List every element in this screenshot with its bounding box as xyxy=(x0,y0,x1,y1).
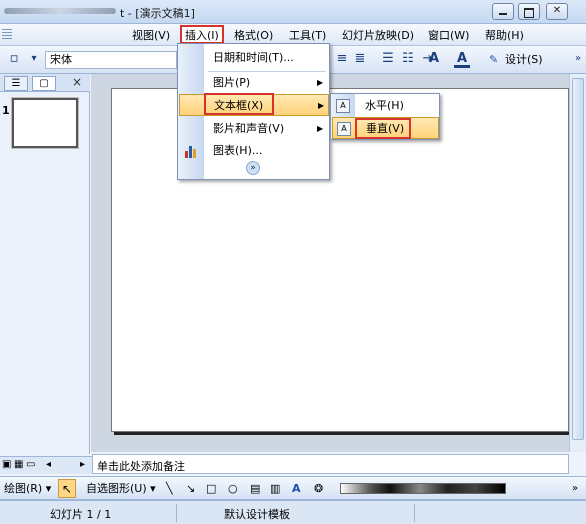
expand-arrows-icon[interactable]: » xyxy=(246,161,260,175)
menu-item-label: 日期和时间(T)... xyxy=(213,51,294,64)
notes-pane[interactable]: 单击此处添加备注 xyxy=(92,454,569,474)
menu-item-label: 影片和声音(V) xyxy=(213,122,285,135)
new-icon[interactable]: ▫ xyxy=(6,51,22,67)
vertical-highlight-box xyxy=(355,118,411,139)
menu-slideshow[interactable]: 幻灯片放映(D) xyxy=(340,27,416,44)
increase-font-icon[interactable]: A xyxy=(426,51,442,67)
menu-item-chart[interactable]: 图表(H)... xyxy=(179,140,329,162)
menu-item-label: 图片(P) xyxy=(213,76,251,89)
maximize-icon xyxy=(519,5,539,18)
vertical-scrollbar[interactable] xyxy=(569,74,586,452)
tab-slides[interactable]: ▢ xyxy=(32,76,56,91)
align-right-icon[interactable]: ≣ xyxy=(352,51,368,67)
slide-thumbnail[interactable] xyxy=(11,97,79,149)
panel-tabs: ☰ ▢ × xyxy=(0,74,90,92)
chart-icon xyxy=(183,143,199,159)
color-gradient-strip xyxy=(340,483,506,494)
menu-item-datetime[interactable]: 日期和时间(T)... xyxy=(179,47,329,69)
diagram-icon[interactable]: ❂ xyxy=(314,481,323,497)
view-buttons: ▣ ▦ ▭ ◂ ▸ xyxy=(0,456,92,474)
menu-tools[interactable]: 工具(T) xyxy=(287,27,328,44)
menu-item-media[interactable]: 影片和声音(V) ▶ xyxy=(179,118,329,140)
tab-outline[interactable]: ☰ xyxy=(4,76,28,91)
menu-window[interactable]: 窗口(W) xyxy=(426,27,471,44)
menu-item-label: 图表(H)... xyxy=(213,144,263,157)
panel-close-icon[interactable]: × xyxy=(72,75,82,89)
scroll-left-icon[interactable]: ◂ xyxy=(46,459,51,470)
scrollbar-thumb[interactable] xyxy=(572,78,584,440)
horizontal-textbox-icon: A xyxy=(336,99,350,113)
notes-placeholder: 单击此处添加备注 xyxy=(97,460,185,473)
scroll-right-icon[interactable]: ▸ xyxy=(80,459,85,470)
toolbar-options-icon[interactable]: » xyxy=(570,51,586,67)
slides-outline-panel: ☰ ▢ × 1 xyxy=(0,74,90,454)
menu-item-horizontal[interactable]: A 水平(H) xyxy=(332,95,439,117)
slide-number: 1 xyxy=(2,104,10,117)
draw-label: 绘图(R) xyxy=(4,482,43,495)
drawbar-options-icon[interactable]: » xyxy=(572,481,578,497)
select-objects-icon[interactable]: ↖ xyxy=(58,479,76,498)
status-separator xyxy=(414,504,415,522)
numbering-icon[interactable]: ☰ xyxy=(380,51,396,67)
arrow-icon[interactable]: ↘ xyxy=(186,481,195,497)
minimize-icon xyxy=(493,5,513,15)
menu-grip-icon[interactable] xyxy=(2,29,12,41)
menu-format[interactable]: 格式(O) xyxy=(232,27,275,44)
autoshapes-label: 自选图形(U) xyxy=(86,482,147,495)
align-center-icon[interactable]: ≡ xyxy=(334,51,350,67)
menu-view[interactable]: 视图(V) xyxy=(130,27,172,44)
status-bar: 幻灯片 1 / 1 默认设计模板 xyxy=(0,500,586,524)
vertical-textbox-tool-icon[interactable]: ▥ xyxy=(270,481,280,497)
menu-item-label: 水平(H) xyxy=(365,99,404,112)
status-separator xyxy=(176,504,177,522)
submenu-arrow-icon: ▶ xyxy=(317,78,324,87)
menu-help[interactable]: 帮助(H) xyxy=(483,27,526,44)
draw-menu[interactable]: 绘图(R) ▾ xyxy=(4,481,51,497)
submenu-arrow-icon: ▶ xyxy=(317,124,324,133)
template-status: 默认设计模板 xyxy=(224,508,290,521)
slide-sorter-icon[interactable]: ▦ xyxy=(14,459,23,470)
normal-view-icon[interactable]: ▣ xyxy=(2,459,11,470)
insert-dropdown-menu: 日期和时间(T)... 图片(P) ▶ 文本框(X) ▶ 影片和声音(V) ▶ … xyxy=(177,43,330,180)
vertical-textbox-icon: A xyxy=(337,122,351,136)
autoshapes-menu[interactable]: 自选图形(U) ▾ xyxy=(86,481,156,497)
title-bar: t - [演示文稿1] ✕ xyxy=(0,0,586,24)
close-button[interactable]: ✕ xyxy=(546,3,568,20)
oval-icon[interactable]: ○ xyxy=(228,481,238,497)
line-icon[interactable]: ╲ xyxy=(166,481,173,497)
minimize-button[interactable] xyxy=(492,3,514,20)
menu-insert[interactable]: 插入(I) xyxy=(180,25,224,44)
design-button[interactable]: 设计(S) xyxy=(487,51,543,69)
textbox-highlight-box xyxy=(204,93,274,115)
menu-item-picture[interactable]: 图片(P) ▶ xyxy=(179,72,329,94)
slide-count-status: 幻灯片 1 / 1 xyxy=(50,508,112,521)
wordart-icon[interactable]: A xyxy=(292,481,301,497)
textbox-icon[interactable]: ▤ xyxy=(250,481,260,497)
font-color-icon[interactable]: A xyxy=(454,51,470,68)
drawing-toolbar: 绘图(R) ▾ ↖ 自选图形(U) ▾ ╲ ↘ □ ○ ▤ ▥ A ❂ » xyxy=(0,476,586,500)
calendar-icon xyxy=(183,50,199,66)
blurred-app-name xyxy=(4,8,116,14)
close-icon: ✕ xyxy=(552,5,562,16)
bullets-icon[interactable]: ☷ xyxy=(400,51,416,67)
maximize-button[interactable] xyxy=(518,3,540,20)
toolbar-grip-icon[interactable]: ▾ xyxy=(26,51,42,67)
submenu-arrow-icon: ▶ xyxy=(318,101,325,110)
window-title: t - [演示文稿1] xyxy=(120,7,195,20)
slideshow-view-icon[interactable]: ▭ xyxy=(26,459,35,470)
font-name-select[interactable]: 宋体 xyxy=(45,51,177,69)
rectangle-icon[interactable]: □ xyxy=(206,481,216,497)
textbox-submenu: A 水平(H) A 垂直(V) xyxy=(330,93,440,140)
